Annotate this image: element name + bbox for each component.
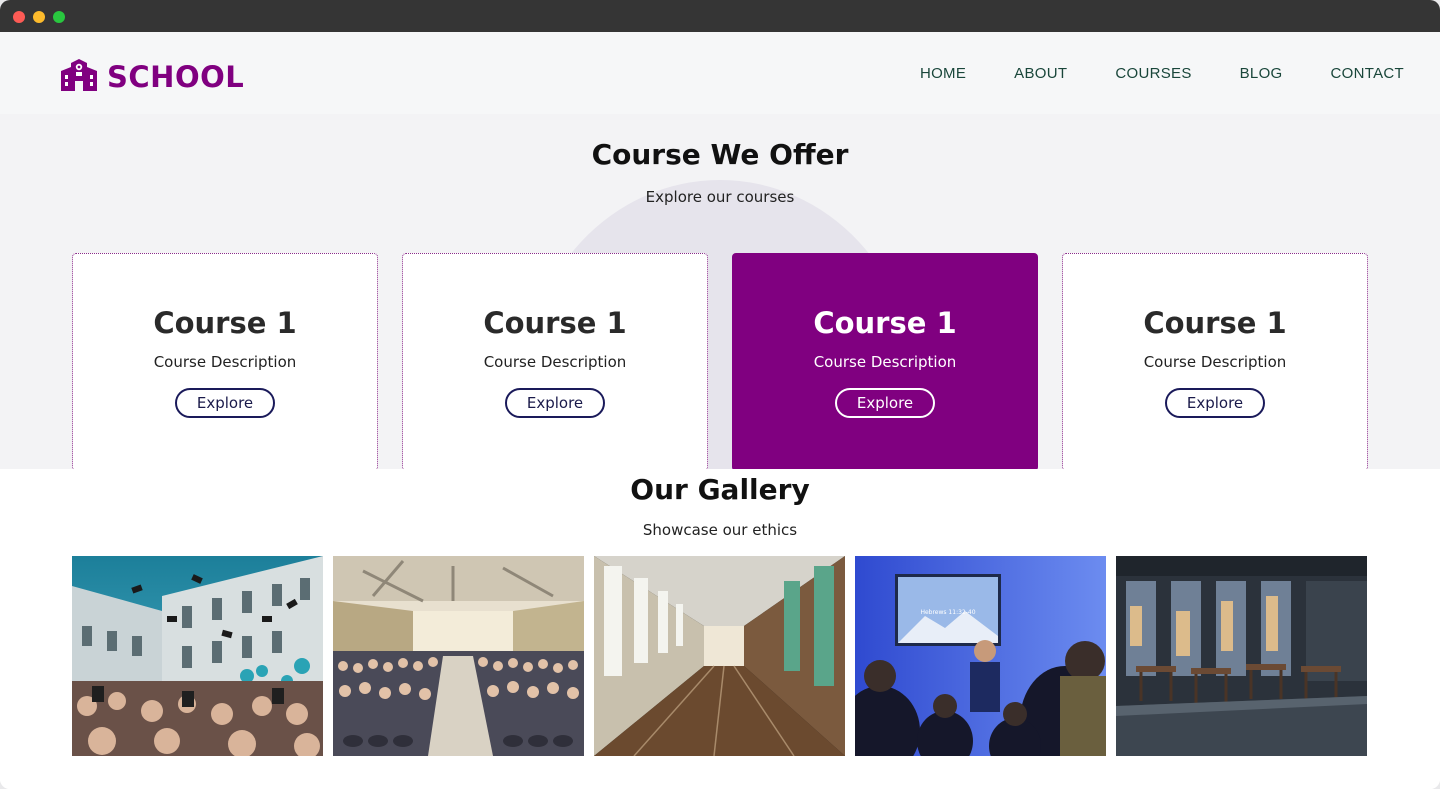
course-card-description: Course Description <box>1143 353 1287 371</box>
close-window-button[interactable] <box>13 11 25 23</box>
classroom-photo[interactable] <box>1116 556 1367 756</box>
graduation-photo[interactable] <box>72 556 323 756</box>
school-icon <box>59 59 99 95</box>
gallery-subtitle: Showcase our ethics <box>642 521 798 539</box>
course-cards: Course 1 Course Description Explore Cour… <box>72 253 1368 469</box>
auditorium-photo[interactable] <box>333 556 584 756</box>
hallway-photo[interactable] <box>594 556 845 756</box>
course-card[interactable]: Course 1 Course Description Explore <box>402 253 708 469</box>
course-card-title: Course 1 <box>483 306 627 340</box>
page-content: SCHOOL HOME ABOUT COURSES BLOG CONTACT C… <box>0 32 1440 789</box>
course-card-title: Course 1 <box>813 306 957 340</box>
course-card[interactable]: Course 1 Course Description Explore <box>72 253 378 469</box>
gallery-photos: Hebrews 11:32-40 <box>72 556 1367 756</box>
window-titlebar <box>0 0 1440 32</box>
nav-about[interactable]: ABOUT <box>1014 65 1067 82</box>
courses-subtitle: Explore our courses <box>645 188 795 206</box>
explore-button[interactable]: Explore <box>1165 388 1265 418</box>
course-card-title: Course 1 <box>1143 306 1287 340</box>
maximize-window-button[interactable] <box>53 11 65 23</box>
nav-blog[interactable]: BLOG <box>1240 65 1283 82</box>
courses-section: Course We Offer Explore our courses Cour… <box>0 114 1440 469</box>
course-card-description: Course Description <box>813 353 957 371</box>
gallery-section: Our Gallery Showcase our ethics Hebrews … <box>0 469 1440 789</box>
explore-button[interactable]: Explore <box>175 388 275 418</box>
course-card-description: Course Description <box>483 353 627 371</box>
course-card-description: Course Description <box>153 353 297 371</box>
courses-title: Course We Offer <box>591 138 849 171</box>
presentation-photo[interactable]: Hebrews 11:32-40 <box>855 556 1106 756</box>
minimize-window-button[interactable] <box>33 11 45 23</box>
course-card-active[interactable]: Course 1 Course Description Explore <box>732 253 1038 469</box>
logo-text: SCHOOL <box>107 60 245 94</box>
site-logo[interactable]: SCHOOL <box>59 59 244 95</box>
nav-contact[interactable]: CONTACT <box>1331 65 1404 82</box>
explore-button[interactable]: Explore <box>835 388 935 418</box>
course-card[interactable]: Course 1 Course Description Explore <box>1062 253 1368 469</box>
gallery-title: Our Gallery <box>630 473 810 506</box>
main-nav: HOME ABOUT COURSES BLOG CONTACT <box>920 65 1404 82</box>
nav-courses[interactable]: COURSES <box>1115 65 1191 82</box>
course-card-title: Course 1 <box>153 306 297 340</box>
browser-window: SCHOOL HOME ABOUT COURSES BLOG CONTACT C… <box>0 0 1440 789</box>
slide-text: Hebrews 11:32-40 <box>920 609 975 616</box>
nav-home[interactable]: HOME <box>920 65 966 82</box>
explore-button[interactable]: Explore <box>505 388 605 418</box>
site-header: SCHOOL HOME ABOUT COURSES BLOG CONTACT <box>0 32 1440 114</box>
